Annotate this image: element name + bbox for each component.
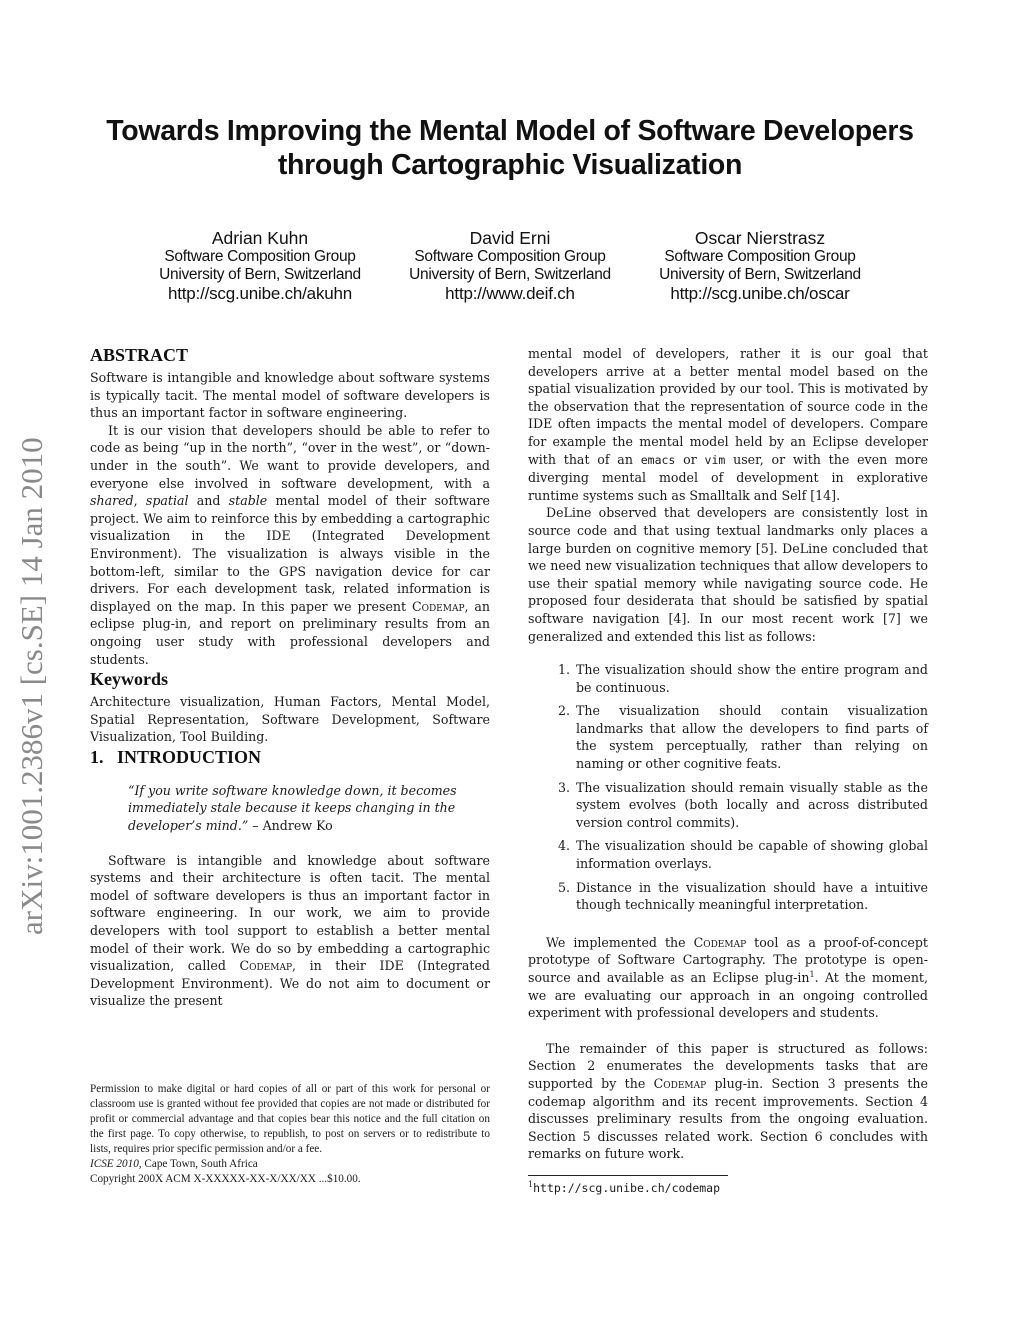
- emphasis-stable: stable: [228, 493, 268, 509]
- introduction-paragraph-1: Software is intangible and knowledge abo…: [90, 852, 490, 1010]
- arxiv-identifier-stamp: arXiv:1001.2386v1 [cs.SE] 14 Jan 2010: [14, 437, 49, 935]
- codemap-name: Codemap: [693, 934, 747, 950]
- codemap-name: Codemap: [411, 598, 465, 614]
- introduction-paragraph-4: The remainder of this paper is structure…: [528, 1040, 928, 1163]
- introduction-paragraph-1-continued: mental model of developers, rather it is…: [528, 345, 928, 504]
- author-3: Oscar Nierstrasz Software Composition Gr…: [640, 228, 880, 304]
- desiderata-list: The visualization should show the entire…: [528, 661, 928, 914]
- keywords-list: Architecture visualization, Human Factor…: [90, 694, 490, 745]
- copyright-line: Copyright 200X ACM X-XXXXX-XX-X/XX/XX ..…: [90, 1173, 361, 1185]
- author-university: University of Bern, Switzerland: [159, 266, 361, 283]
- author-2: David Erni Software Composition Group Un…: [390, 228, 630, 304]
- text-run: mental model of their software project. …: [90, 493, 490, 614]
- quote-attribution: – Andrew Ko: [248, 818, 333, 834]
- author-name: Adrian Kuhn: [211, 228, 309, 248]
- permission-text: Permission to make digital or hard copie…: [90, 1083, 490, 1155]
- codemap-name: Codemap: [653, 1075, 707, 1091]
- text-run: Software is intangible and knowledge abo…: [90, 852, 490, 974]
- introduction-paragraph-3: We implemented the Codemap tool as a pro…: [528, 934, 928, 1022]
- introduction-heading: 1. INTRODUCTION: [90, 746, 262, 767]
- abstract-heading: ABSTRACT: [90, 345, 189, 365]
- author-group: Software Composition Group: [164, 248, 356, 265]
- author-group: Software Composition Group: [664, 248, 856, 265]
- paper-title: Towards Improving the Mental Model of So…: [106, 115, 914, 181]
- author-university: University of Bern, Switzerland: [659, 266, 861, 283]
- right-column: mental model of developers, rather it is…: [528, 345, 928, 1196]
- desiderata-item: Distance in the visualization should hav…: [574, 879, 928, 914]
- desiderata-item: The visualization should be capable of s…: [574, 837, 928, 872]
- author-1: Adrian Kuhn Software Composition Group U…: [140, 228, 380, 304]
- abstract-paragraph-2: It is our vision that developers should …: [90, 422, 490, 668]
- footnote-1: 1http://scg.unibe.ch/codemap: [528, 1180, 928, 1196]
- desiderata-item: The visualization should remain visually…: [574, 779, 928, 832]
- author-university: University of Bern, Switzerland: [409, 266, 611, 283]
- desiderata-item: The visualization should contain visuali…: [574, 702, 928, 772]
- code-vim: vim: [704, 452, 726, 467]
- footnote-divider: [528, 1174, 728, 1176]
- venue-name: ICSE 2010,: [90, 1158, 142, 1170]
- permission-notice: Permission to make digital or hard copie…: [90, 1082, 490, 1187]
- emphasis-spatial: spatial: [145, 493, 189, 509]
- venue-place: Cape Town, South Africa: [141, 1158, 258, 1170]
- text-run: We implemented the: [546, 934, 694, 950]
- abstract-paragraph-1: Software is intangible and knowledge abo…: [90, 370, 490, 421]
- left-column: ABSTRACT Software is intangible and know…: [90, 344, 490, 1010]
- author-name: David Erni: [469, 228, 551, 248]
- emphasis-shared: shared: [90, 493, 134, 509]
- text-run: or: [675, 451, 705, 467]
- author-url-link[interactable]: http://scg.unibe.ch/akuhn: [140, 284, 380, 304]
- author-url-link[interactable]: http://www.deif.ch: [390, 284, 630, 304]
- venue-line: ICSE 2010, Cape Town, South Africa: [90, 1157, 490, 1172]
- text-run: and: [188, 493, 229, 509]
- author-block: Adrian Kuhn Software Composition Group U…: [140, 228, 880, 304]
- keywords-heading: Keywords: [90, 669, 168, 690]
- text-run: mental model of developers, rather it is…: [528, 346, 928, 467]
- code-emacs: emacs: [640, 452, 676, 467]
- epigraph-quote: “If you write software knowledge down, i…: [128, 782, 470, 835]
- text-run: ,: [133, 493, 146, 509]
- author-url-link[interactable]: http://scg.unibe.ch/oscar: [640, 284, 880, 304]
- author-group: Software Composition Group: [414, 248, 606, 265]
- author-name: Oscar Nierstrasz: [694, 228, 826, 248]
- codemap-name: Codemap: [239, 958, 293, 974]
- text-run: It is our vision that developers should …: [90, 422, 490, 491]
- desiderata-item: The visualization should show the entire…: [574, 661, 928, 696]
- introduction-paragraph-2: DeLine observed that developers are cons…: [528, 505, 928, 644]
- footnote-url-link[interactable]: http://scg.unibe.ch/codemap: [533, 1181, 720, 1195]
